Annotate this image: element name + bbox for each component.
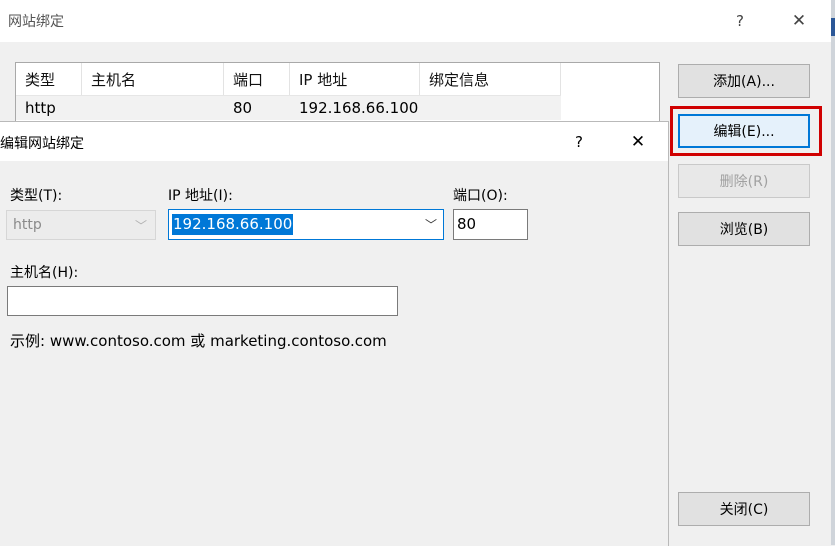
table-header: 类型 主机名 端口 IP 地址 绑定信息 bbox=[16, 63, 561, 96]
close-icon[interactable]: ✕ bbox=[626, 130, 650, 154]
site-bindings-title: 网站绑定 bbox=[8, 14, 64, 30]
type-select-value: http bbox=[13, 217, 42, 233]
chevron-down-icon: ﹀ bbox=[134, 219, 147, 233]
cell-host bbox=[82, 96, 224, 120]
cell-binding-info bbox=[420, 96, 561, 120]
background-window-edge bbox=[831, 0, 835, 545]
cell-port: 80 bbox=[233, 99, 253, 117]
column-header-ip[interactable]: IP 地址 bbox=[290, 63, 420, 95]
type-label: 类型(T): bbox=[10, 188, 63, 204]
port-value: 80 bbox=[457, 215, 477, 233]
ip-address-value: 192.168.66.100 bbox=[172, 214, 294, 235]
edit-binding-titlebar: 编辑网站绑定 ? ✕ bbox=[0, 122, 668, 161]
site-bindings-titlebar: 网站绑定 ? ✕ bbox=[0, 0, 831, 42]
table-row[interactable]: http 80 192.168.66.100 bbox=[16, 96, 561, 120]
help-icon[interactable]: ? bbox=[728, 9, 752, 33]
example-text: 示例: www.contoso.com 或 marketing.contoso.… bbox=[10, 332, 387, 350]
port-label: 端口(O): bbox=[453, 188, 508, 204]
column-header-type[interactable]: 类型 bbox=[16, 63, 82, 95]
chevron-down-icon[interactable]: ﹀ bbox=[425, 216, 437, 233]
edit-binding-dialog: 编辑网站绑定 ? ✕ 类型(T): IP 地址(I): 端口(O): http … bbox=[0, 121, 669, 546]
close-button[interactable]: 关闭(C) bbox=[678, 492, 810, 526]
edit-binding-title: 编辑网站绑定 bbox=[0, 136, 84, 152]
type-select[interactable]: http ﹀ bbox=[6, 210, 156, 240]
background-window-accent bbox=[831, 18, 835, 36]
close-icon[interactable]: ✕ bbox=[787, 9, 811, 33]
cell-type: http bbox=[25, 99, 56, 117]
add-button[interactable]: 添加(A)... bbox=[678, 64, 810, 98]
edit-button-highlight bbox=[670, 106, 822, 156]
port-input[interactable]: 80 bbox=[453, 209, 528, 240]
ip-label: IP 地址(I): bbox=[168, 188, 233, 204]
help-icon[interactable]: ? bbox=[567, 130, 591, 154]
host-name-input[interactable] bbox=[7, 286, 398, 316]
remove-button[interactable]: 删除(R) bbox=[678, 164, 810, 198]
cell-ip: 192.168.66.100 bbox=[299, 99, 419, 117]
ip-address-combobox[interactable]: 192.168.66.100 ﹀ bbox=[168, 209, 444, 240]
host-label: 主机名(H): bbox=[10, 265, 79, 281]
column-header-host[interactable]: 主机名 bbox=[82, 63, 224, 95]
column-header-port[interactable]: 端口 bbox=[224, 63, 290, 95]
column-header-binding-info[interactable]: 绑定信息 bbox=[420, 63, 561, 95]
browse-button[interactable]: 浏览(B) bbox=[678, 212, 810, 246]
